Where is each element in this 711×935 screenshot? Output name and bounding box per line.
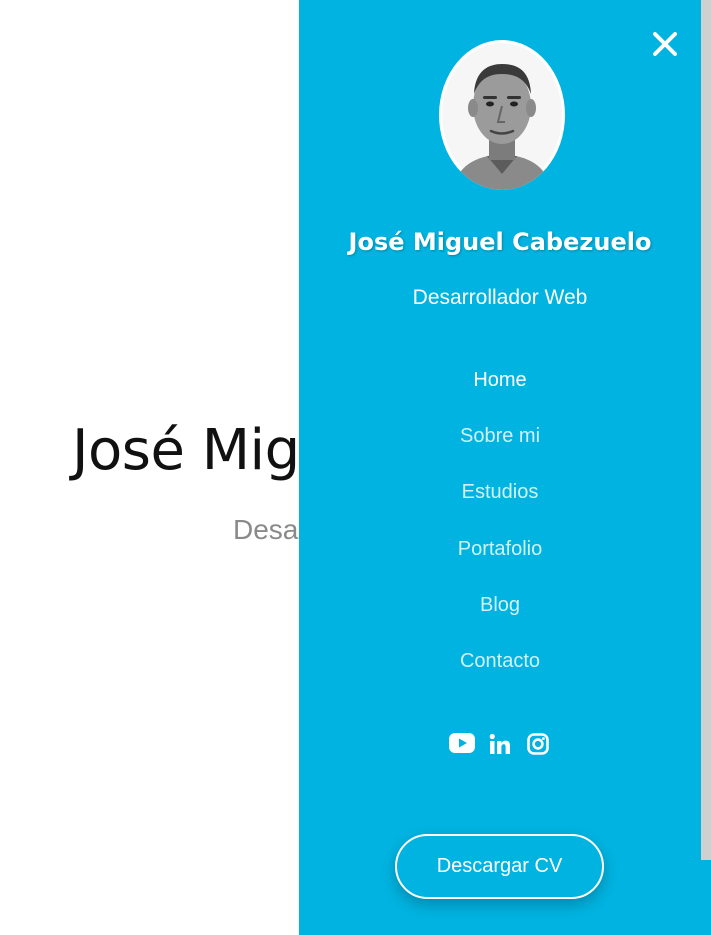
nav-item-estudios: Estudios [299,474,701,530]
page-scrollbar[interactable] [701,0,711,860]
youtube-link[interactable] [449,730,475,760]
profile-role: Desarrollador Web [412,286,588,309]
instagram-link[interactable] [525,730,551,760]
nav-item-portafolio: Portafolio [299,531,701,587]
youtube-icon [449,733,475,753]
close-x-icon [653,32,677,56]
linkedin-icon [489,733,510,754]
linkedin-link[interactable] [487,730,513,760]
main-nav: Home Sobre mi Estudios Portafolio Blog C… [299,362,701,699]
close-button[interactable] [649,28,681,60]
nav-item-blog: Blog [299,587,701,643]
nav-link-portafolio[interactable]: Portafolio [458,531,543,567]
social-links [299,730,701,760]
avatar [439,40,565,190]
instagram-icon [527,733,549,755]
nav-link-contacto[interactable]: Contacto [460,643,540,679]
nav-item-sobre-mi: Sobre mi [299,418,701,474]
nav-link-home[interactable]: Home [473,362,526,398]
panel-edge [701,860,711,935]
nav-link-blog[interactable]: Blog [480,587,520,623]
nav-item-contacto: Contacto [299,643,701,699]
nav-item-home: Home [299,362,701,418]
nav-link-estudios[interactable]: Estudios [462,474,539,510]
side-navigation-panel: José Miguel Cabezuelo Desarrollador Web … [299,0,711,935]
nav-link-sobre-mi[interactable]: Sobre mi [460,418,540,454]
download-cv-button[interactable]: Descargar CV [395,834,604,899]
profile-name: José Miguel Cabezuelo [348,228,652,256]
